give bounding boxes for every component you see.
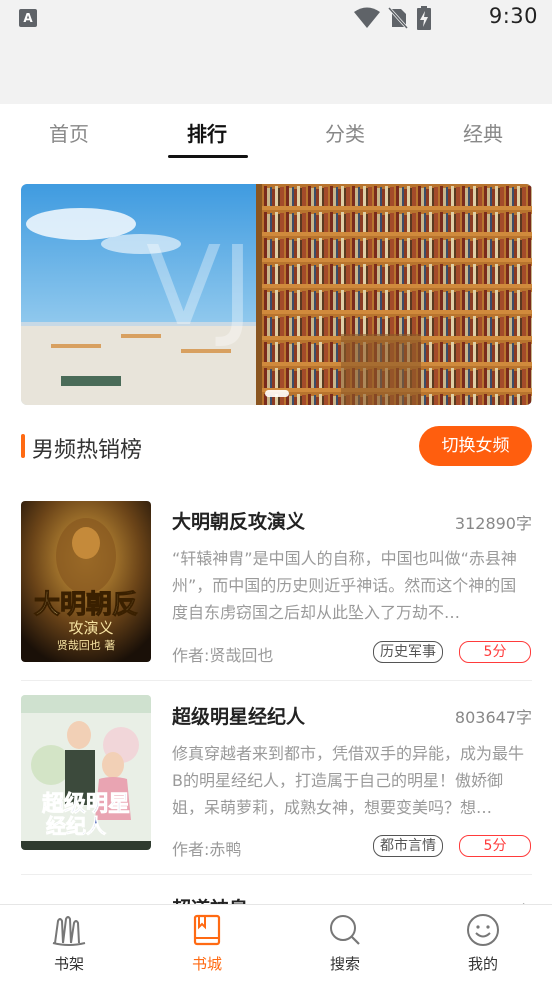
book-title: 超级明星经纪人	[172, 706, 306, 728]
book-score-badge: 5分	[459, 641, 531, 663]
no-sim-icon	[388, 7, 408, 29]
nav-label: 搜索	[329, 955, 360, 973]
bottom-navigation: 书架 书城 搜索 我的	[0, 904, 552, 982]
nav-label: 我的	[467, 955, 498, 973]
smiley-profile-icon	[467, 914, 499, 946]
status-icons	[354, 6, 432, 30]
nav-search[interactable]: 搜索	[276, 913, 414, 974]
banner-watermark: VJ	[146, 222, 254, 350]
book-genre-tag: 都市言情	[373, 835, 443, 857]
tab-category[interactable]: 分类	[276, 118, 414, 147]
cover-author: 贤哉回也 著	[57, 638, 116, 652]
book-cover: 超级明星 经纪人	[21, 695, 151, 850]
list-divider	[21, 680, 532, 681]
book-word-count: 803647字	[454, 708, 532, 727]
library-banner-image: VJ	[21, 184, 532, 405]
nav-label: 书城	[191, 955, 222, 973]
switch-female-button[interactable]: 切换女频	[419, 426, 532, 466]
app-notification-icon: A	[19, 9, 37, 27]
book-description: 修真穿越者来到都市，凭借双手的异能，成为最牛B的明星经纪人，打造属于自己的明星！…	[172, 744, 525, 817]
tab-ranking[interactable]: 排行	[138, 118, 276, 147]
wifi-icon	[354, 7, 380, 28]
book-genre-tag: 历史军事	[373, 641, 443, 663]
nav-book-city[interactable]: 书城	[138, 913, 276, 974]
book-word-count: 312890字	[454, 514, 532, 533]
cover-subtitle: 攻演义	[68, 619, 113, 637]
top-tab-bar: 首页 排行 分类 经典	[0, 104, 552, 166]
tab-classic[interactable]: 经典	[414, 118, 552, 147]
book-cover: 大明朝反 攻演义 贤哉回也 著	[21, 501, 151, 662]
nav-bookshelf[interactable]: 书架	[0, 913, 138, 974]
book-item[interactable]: 大明朝反 攻演义 贤哉回也 著 大明朝反攻演义 312890字 “轩辕神胄”是中…	[21, 501, 532, 665]
carousel-indicator	[265, 390, 289, 397]
search-icon	[330, 915, 360, 945]
section-title: 男频热销榜	[32, 438, 143, 463]
banner-carousel[interactable]: VJ	[21, 184, 532, 405]
book-item[interactable]: 超级明星 经纪人 超级明星经纪人 803647字 修真穿越者来到都市，凭借双手的…	[21, 695, 532, 859]
clock: 9:30	[488, 4, 538, 28]
book-author: 作者:贤哉回也	[172, 646, 274, 665]
book-title: 大明朝反攻演义	[172, 511, 306, 533]
status-bar: A 9:30	[0, 0, 552, 104]
nav-profile[interactable]: 我的	[414, 913, 552, 974]
list-divider	[21, 874, 532, 875]
nav-label: 书架	[53, 955, 84, 973]
book-score-badge: 5分	[459, 835, 531, 857]
book-description: “轩辕神胄”是中国人的自称，中国也叫做“赤县神州”，而中国的历史则近乎神话。然而…	[172, 549, 517, 622]
book-author: 作者:赤鸭	[172, 840, 242, 859]
battery-charging-icon	[417, 6, 431, 30]
section-accent-bar	[21, 434, 25, 458]
bookshelf-icon	[52, 916, 86, 946]
tab-home[interactable]: 首页	[0, 118, 138, 147]
book-city-icon	[193, 914, 221, 946]
cover-title: 大明朝反	[34, 589, 138, 620]
active-tab-indicator	[168, 155, 248, 158]
cover-subtitle: 经纪人	[46, 814, 107, 838]
